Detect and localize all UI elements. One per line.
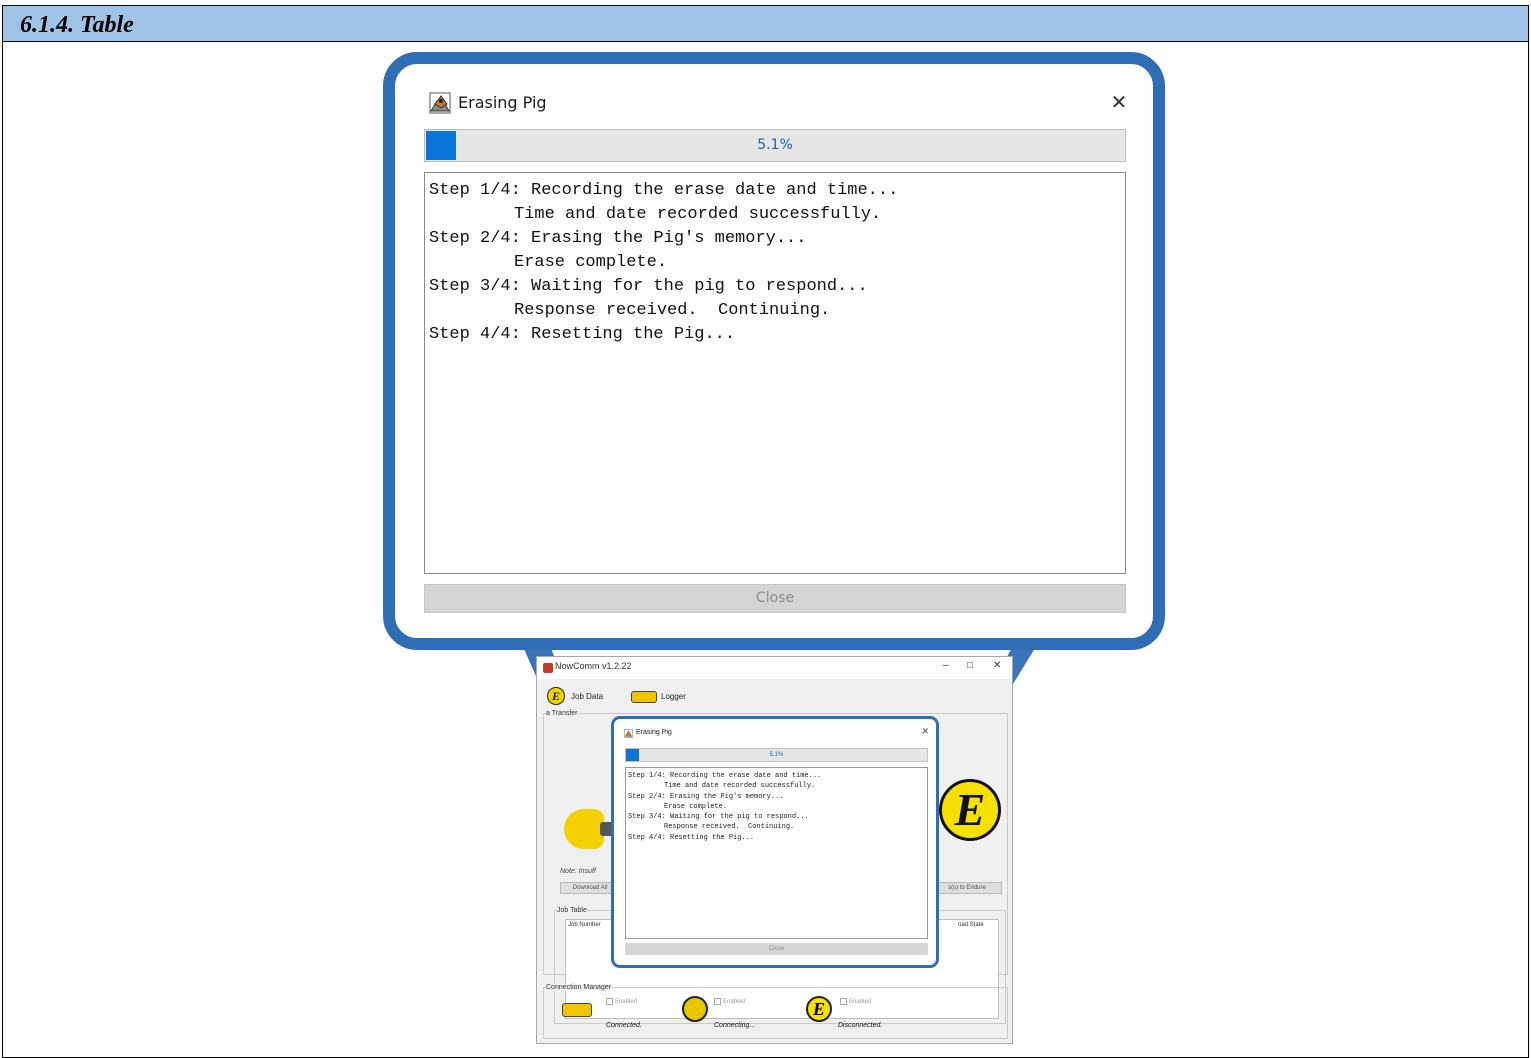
log-line: Time and date recorded successfully. [514, 205, 882, 224]
log-line: Time and date recorded successfully. [664, 782, 816, 791]
pig-device-image [564, 809, 604, 849]
endure-enabled-checkbox[interactable]: Enabled [840, 998, 871, 1005]
gateway-enabled-checkbox[interactable]: Enabled [714, 998, 745, 1005]
log-line: Erase complete. [664, 802, 728, 811]
window-close-button[interactable]: ✕ [993, 660, 1001, 671]
logger-enabled-checkbox[interactable]: Enabled [606, 998, 637, 1005]
log-line: Step 3/4: Waiting for the pig to respond… [429, 277, 868, 296]
group-label: a Transfer [546, 710, 578, 717]
close-button[interactable]: Close [424, 584, 1126, 613]
tab-job-data-manager[interactable]: E Job Data Manager [547, 683, 627, 729]
erase-app-icon [429, 92, 451, 114]
logger-device-icon [562, 1003, 592, 1017]
connection-manager-group: Connection Manager Enabled Connected. En… [543, 984, 1008, 1039]
endure-logo-icon: E [939, 779, 1001, 841]
progress-label: 5.1% [757, 137, 793, 153]
zoom-callout: Erasing Pig ✕ 5.1% Step 1/4: Recording t… [383, 52, 1165, 650]
endure-status: Disconnected. [838, 1022, 883, 1029]
group-label: Job Table [557, 907, 587, 914]
app-titlebar: NowComm v1.2.22 – □ ✕ [537, 657, 1012, 679]
group-label: Connection Manager [546, 984, 611, 991]
minimize-button[interactable]: – [943, 660, 949, 671]
log-line: Step 2/4: Erasing the Pig's memory... [628, 792, 784, 801]
app-logo-icon [543, 663, 553, 673]
endure-e-icon: E [547, 687, 565, 705]
log-line: Step 3/4: Waiting for the pig to respond… [628, 813, 809, 822]
transfer-to-endure-button[interactable]: s(s) to Endure [932, 882, 1002, 894]
column-header[interactable]: Job Number [568, 922, 601, 928]
dialog-titlebar: Erasing Pig ✕ [395, 64, 1153, 128]
tab-logger[interactable]: Logger [631, 683, 691, 711]
tab-label: Logger [661, 692, 686, 701]
mini-progress-label: 5.1% [769, 752, 784, 758]
close-icon[interactable]: ✕ [1107, 90, 1131, 114]
gateway-status: Connecting... [714, 1022, 756, 1029]
mini-dialog-title: Erasing Pig [636, 729, 672, 736]
logger-device-icon [631, 691, 657, 703]
mini-erasing-dialog: Erasing Pig ✕ 5.1% Step 1/4: Recording t… [611, 716, 939, 968]
log-line: Step 2/4: Erasing the Pig's memory... [429, 229, 807, 248]
gateway-icon [682, 996, 708, 1022]
log-line: Step 4/4: Resetting the Pig... [429, 325, 736, 344]
mini-close-icon[interactable]: ✕ [921, 726, 929, 737]
log-line: Step 1/4: Recording the erase date and t… [429, 181, 899, 200]
app-tabs: E Job Data Manager Logger [541, 683, 1012, 729]
log-line: Response received. Continuing. [514, 301, 831, 320]
logger-status: Connected. [606, 1022, 642, 1029]
log-line: Step 1/4: Recording the erase date and t… [628, 772, 822, 780]
mini-close-button[interactable]: Close [625, 943, 928, 955]
endure-e-icon: E [806, 996, 832, 1022]
column-header[interactable]: oad State [958, 922, 984, 928]
erase-progress-bar: 5.1% [424, 129, 1126, 162]
mini-progress-bar: 5.1% [625, 748, 928, 762]
app-title: NowComm v1.2.22 [555, 661, 632, 671]
note-text: Note: Insuff [560, 868, 596, 875]
log-line: Step 4/4: Resetting the Pig... [628, 833, 755, 842]
maximize-button[interactable]: □ [967, 660, 973, 671]
dialog-title: Erasing Pig [458, 93, 547, 112]
erase-app-icon [624, 729, 633, 738]
log-output: Step 1/4: Recording the erase date and t… [424, 172, 1126, 574]
log-line: Response received. Continuing. [664, 823, 795, 832]
log-line: Erase complete. [514, 253, 668, 272]
mini-log-output: Step 1/4: Recording the erase date and t… [625, 767, 928, 939]
